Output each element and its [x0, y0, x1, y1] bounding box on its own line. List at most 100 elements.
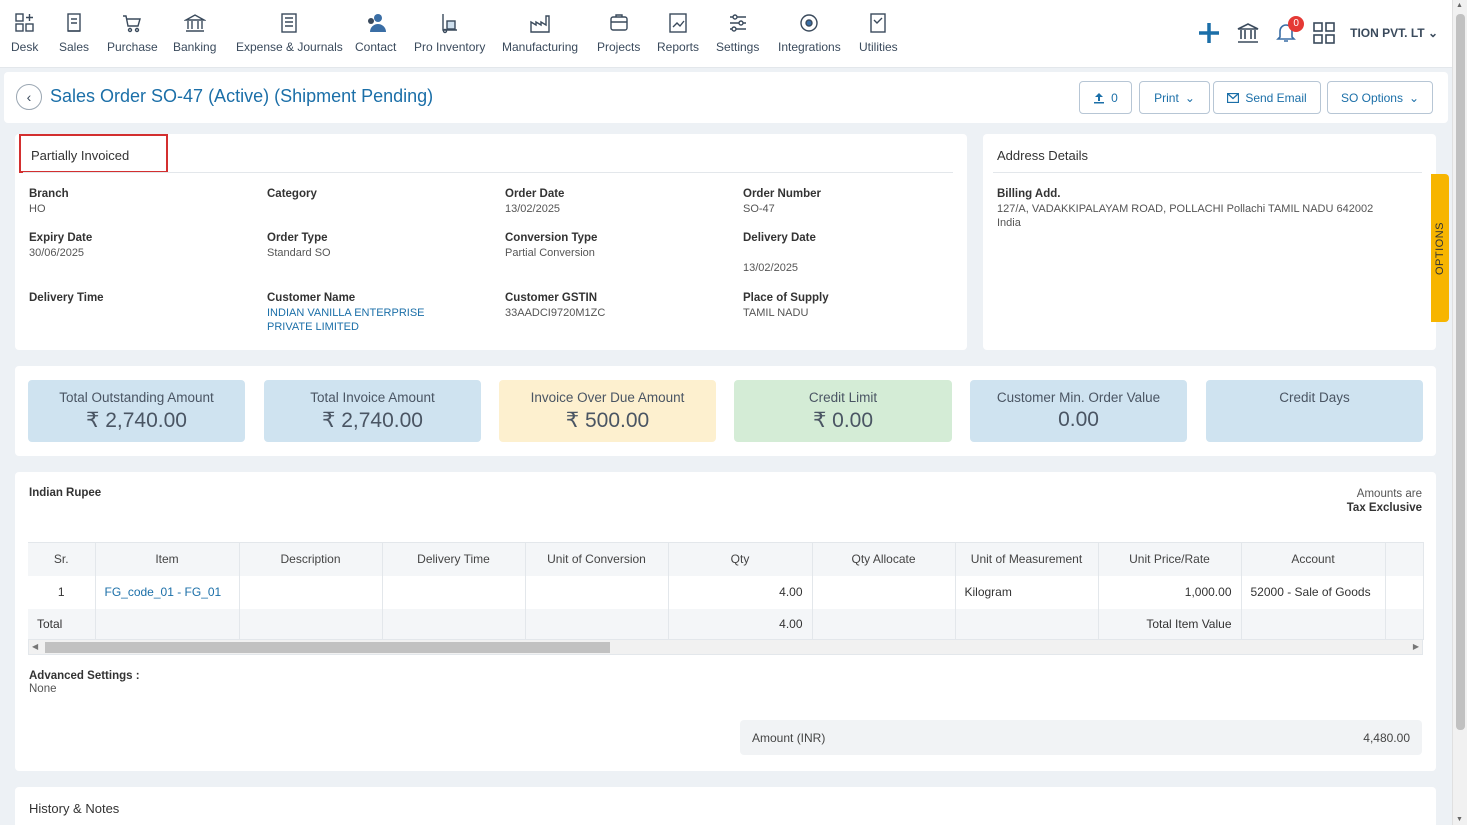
scroll-up-icon[interactable]: ▲ — [1456, 2, 1463, 9]
nav-label: Settings — [716, 40, 760, 54]
field-label: Order Date — [505, 188, 565, 200]
send-email-button[interactable]: Send Email — [1213, 81, 1321, 114]
cell-delivery-time — [382, 575, 526, 609]
summary-value: 0.00 — [1058, 408, 1099, 431]
advanced-settings-label: Advanced Settings : — [29, 670, 140, 682]
so-options-button[interactable]: SO Options ⌄ — [1327, 81, 1433, 114]
summary-title: Total Outstanding Amount — [59, 390, 214, 405]
customer-name-line: INDIAN VANILLA ENTERPRISE — [267, 307, 425, 319]
reports-icon — [669, 13, 687, 33]
scroll-down-icon[interactable]: ▼ — [1456, 816, 1463, 823]
attachments-button[interactable]: 0 — [1079, 81, 1132, 114]
nav-label: Integrations — [778, 40, 841, 54]
nav-integrations[interactable]: Integrations — [778, 12, 841, 54]
advanced-settings-value: None — [29, 683, 57, 695]
nav-label: Manufacturing — [502, 40, 579, 54]
tax-note-mode: Tax Exclusive — [1346, 502, 1422, 514]
nav-reports[interactable]: Reports — [657, 12, 699, 54]
cell-uom: Kilogram — [955, 575, 1099, 609]
nav-right-tools: 0 TION PVT. LT ⌄ — [1196, 15, 1438, 50]
amount-total: Amount (INR) 4,480.00 — [740, 720, 1422, 755]
field-billing-address: Billing Add. 127/A, VADAKKIPALAYAM ROAD,… — [997, 188, 1406, 230]
manufacturing-icon — [530, 15, 550, 33]
field-label: Customer Name — [267, 292, 356, 304]
scroll-left-icon[interactable]: ◀ — [32, 642, 38, 651]
total-cell — [382, 608, 526, 640]
billing-address-line: 127/A, VADAKKIPALAYAM ROAD, POLLACHI Pol… — [997, 203, 1374, 215]
field-value: 13/02/2025 — [743, 262, 799, 274]
inventory-icon — [441, 14, 457, 34]
attachments-count: 0 — [1111, 90, 1118, 105]
divider — [993, 172, 1422, 173]
total-cell — [239, 608, 383, 640]
nav-label: Banking — [173, 40, 217, 54]
back-button[interactable]: ‹ — [16, 84, 42, 110]
scrollbar-thumb[interactable] — [1456, 14, 1465, 730]
nav-contact[interactable]: Contact — [355, 12, 396, 54]
field-label: Customer GSTIN — [505, 292, 598, 304]
options-side-tab[interactable]: OPTIONS — [1431, 174, 1449, 322]
currency-label: Indian Rupee — [29, 487, 102, 499]
chevron-down-icon: ⌄ — [1408, 90, 1420, 105]
table-horizontal-scrollbar[interactable]: ◀ ▶ — [28, 639, 1423, 655]
plus-icon[interactable] — [1196, 20, 1222, 46]
address-title: Address Details — [997, 148, 1089, 163]
total-qty: 4.00 — [668, 608, 813, 640]
purchase-cart-icon — [123, 15, 142, 33]
cell-sr: 1 — [28, 575, 96, 609]
send-email-label: Send Email — [1245, 90, 1307, 105]
total-cell — [1385, 608, 1424, 640]
nav-banking[interactable]: Banking — [173, 12, 216, 54]
contact-icon — [367, 14, 386, 32]
cell-item-link[interactable]: FG_code_01 - FG_01 — [95, 575, 240, 609]
total-cell — [95, 608, 240, 640]
grid-apps-icon[interactable] — [1312, 21, 1336, 45]
scrollbar-thumb[interactable] — [45, 642, 610, 653]
field-label: Category — [267, 188, 317, 200]
projects-icon — [609, 14, 628, 31]
field-label: Delivery Date — [743, 232, 816, 244]
nav-sales[interactable]: Sales — [59, 12, 89, 54]
nav-desk[interactable]: Desk — [11, 12, 38, 54]
cell-description — [239, 575, 383, 609]
total-item-value-label: Total Item Value — [1098, 608, 1242, 640]
print-button[interactable]: Print ⌄ — [1139, 81, 1210, 114]
scroll-right-icon[interactable]: ▶ — [1413, 642, 1419, 651]
column-header: Unit of Conversion — [525, 542, 669, 576]
column-header: Qty Allocate — [812, 542, 956, 576]
summary-title: Credit Days — [1279, 390, 1350, 405]
nav-utilities[interactable]: Utilities — [859, 12, 898, 54]
nav-expense-journals[interactable]: Expense & Journals — [236, 12, 343, 54]
nav-pro-inventory[interactable]: Pro Inventory — [414, 12, 485, 54]
chevron-down-icon: ⌄ — [1184, 90, 1195, 105]
total-cell — [1241, 608, 1386, 640]
field-value: Partial Conversion — [505, 247, 595, 259]
notification-badge: 0 — [1288, 15, 1305, 32]
nav-projects[interactable]: Projects — [597, 12, 640, 54]
amount-label: Amount (INR) — [752, 730, 826, 745]
total-cell — [525, 608, 669, 640]
nav-label: Contact — [355, 40, 397, 54]
field-value: HO — [29, 203, 46, 215]
field-expiry-date: Expiry Date 30/06/2025 — [29, 232, 92, 260]
field-value: 13/02/2025 — [505, 203, 561, 215]
field-value: SO-47 — [743, 203, 775, 215]
page-vertical-scrollbar[interactable]: ▲ ▼ — [1452, 0, 1467, 825]
nav-purchase[interactable]: Purchase — [107, 12, 158, 54]
customer-name-link[interactable]: INDIAN VANILLA ENTERPRISE PRIVATE LIMITE… — [267, 306, 425, 334]
field-label: Place of Supply — [743, 292, 829, 304]
nav-manufacturing[interactable]: Manufacturing — [502, 12, 578, 54]
summary-value: ₹ 0.00 — [812, 409, 874, 432]
nav-settings[interactable]: Settings — [716, 12, 759, 54]
notifications[interactable]: 0 — [1274, 15, 1305, 47]
company-name: TION PVT. LT — [1350, 26, 1425, 40]
field-order-type: Order Type Standard SO — [267, 232, 331, 260]
bank-building-icon[interactable] — [1236, 21, 1260, 45]
cell-unit-price: 1,000.00 — [1098, 575, 1242, 609]
column-header: Unit Price/Rate — [1098, 542, 1242, 576]
company-selector[interactable]: TION PVT. LT ⌄ — [1350, 26, 1438, 40]
field-label: Expiry Date — [29, 232, 93, 244]
summary-title: Credit Limit — [808, 390, 878, 405]
chevron-down-icon: ⌄ — [1427, 26, 1438, 40]
column-header: Item — [95, 542, 240, 576]
